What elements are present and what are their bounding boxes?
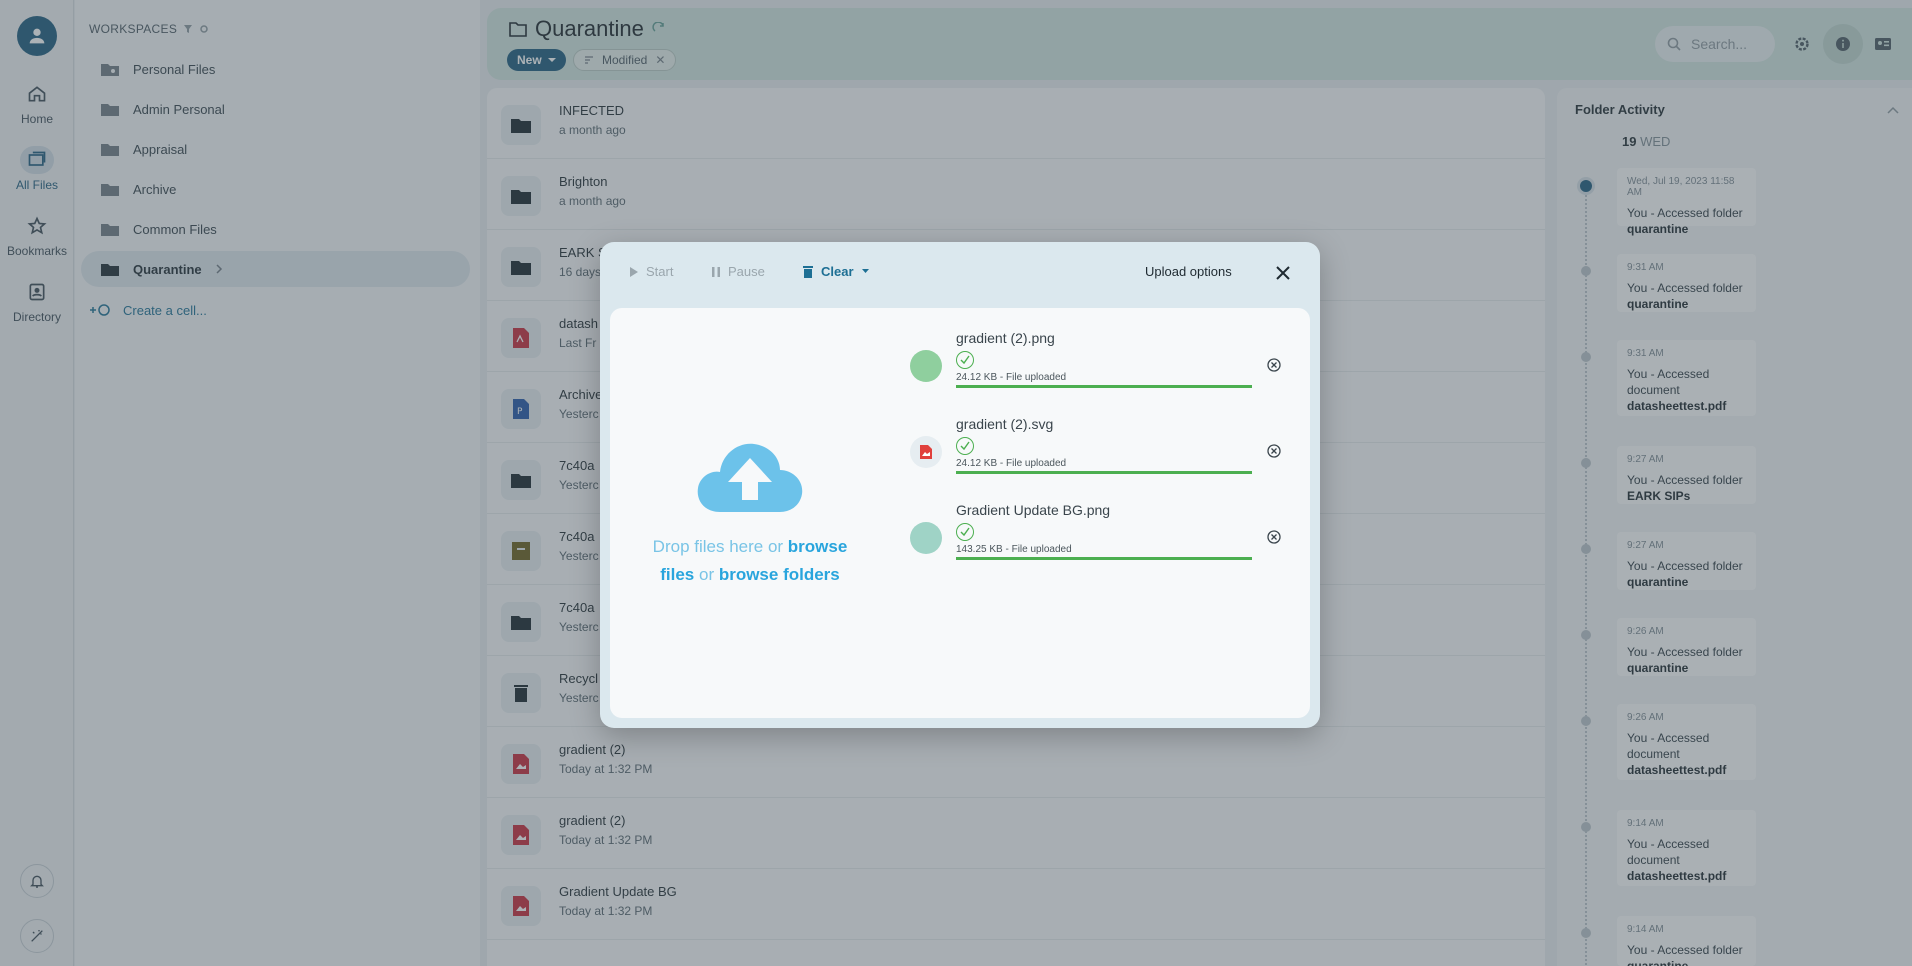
upload-item: gradient (2).svg 24.12 KB - File uploade… [910, 416, 1282, 486]
browse-folders-link[interactable]: browse folders [719, 565, 840, 584]
clear-button[interactable]: Clear [803, 264, 869, 279]
start-label: Start [646, 264, 674, 279]
upload-progress-bar [956, 385, 1252, 388]
upload-progress-bar [956, 471, 1252, 474]
upload-dialog: Start Pause Clear Upload options Drop fi… [600, 242, 1320, 728]
check-icon [956, 351, 974, 369]
remove-circle-icon [1267, 530, 1281, 544]
upload-item: gradient (2).png 24.12 KB - File uploade… [910, 330, 1282, 400]
cloud-upload-icon [697, 443, 803, 512]
drop-text: Drop files here or browse files or brows… [645, 533, 855, 589]
trash-icon [803, 265, 813, 278]
check-icon [956, 437, 974, 455]
pause-icon [712, 266, 720, 277]
check-icon [956, 523, 974, 541]
upload-meta: 24.12 KB - File uploaded [956, 458, 1067, 469]
file-thumbnail [910, 350, 942, 382]
start-button[interactable]: Start [630, 264, 673, 279]
remove-circle-icon [1267, 444, 1281, 458]
close-dialog-button[interactable] [1272, 262, 1294, 284]
caret-down-icon [861, 269, 869, 273]
close-icon [1276, 266, 1290, 280]
upload-file-name: gradient (2).png [956, 330, 1055, 346]
remove-circle-icon [1267, 358, 1281, 372]
upload-progress-bar [956, 557, 1252, 560]
drop-prompt: Drop files here or [652, 537, 788, 556]
browse-files-link-continued[interactable]: files [660, 565, 694, 584]
image-file-icon [920, 445, 932, 459]
remove-upload-button[interactable] [1266, 357, 1282, 373]
upload-meta: 143.25 KB - File uploaded [956, 544, 1072, 555]
remove-upload-button[interactable] [1266, 443, 1282, 459]
pause-label: Pause [728, 264, 765, 279]
app-root: Home All Files Bookmarks Directory WORKS… [0, 0, 1912, 966]
upload-file-name: gradient (2).svg [956, 416, 1054, 432]
file-thumbnail [910, 522, 942, 554]
upload-file-name: Gradient Update BG.png [956, 502, 1111, 518]
clear-label: Clear [821, 264, 854, 279]
file-thumbnail [910, 436, 942, 468]
play-icon [630, 266, 638, 277]
browse-files-link[interactable]: browse [788, 537, 848, 556]
upload-area: Drop files here or browse files or brows… [610, 308, 1310, 718]
remove-upload-button[interactable] [1266, 529, 1282, 545]
pause-button[interactable]: Pause [712, 264, 765, 279]
upload-item: Gradient Update BG.png 143.25 KB - File … [910, 502, 1282, 572]
upload-options-button[interactable]: Upload options [1145, 264, 1232, 279]
drop-or: or [694, 565, 719, 584]
upload-meta: 24.12 KB - File uploaded [956, 372, 1067, 383]
drop-zone[interactable]: Drop files here or browse files or brows… [645, 438, 855, 589]
